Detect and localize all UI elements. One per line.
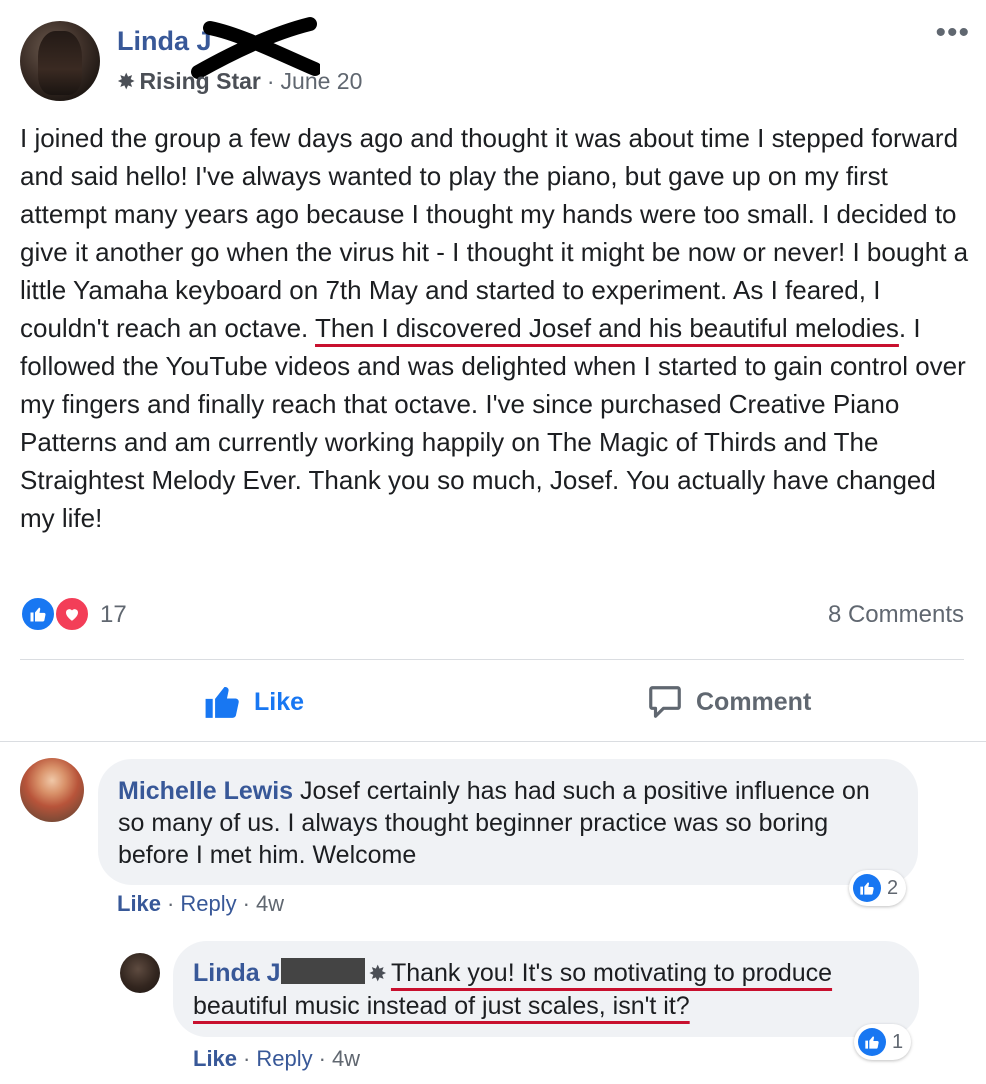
thumbs-up-icon xyxy=(205,686,239,718)
reply-reaction-count: 1 xyxy=(892,1030,904,1053)
comment-like-button[interactable]: Like xyxy=(117,891,161,916)
meta-separator: · xyxy=(266,68,275,94)
star-badge-icon: ✸ xyxy=(368,961,387,986)
commenter-name[interactable]: Michelle Lewis xyxy=(118,777,293,805)
reply-text: Linda J ✸ Thank you! It's so motivating to… xyxy=(193,957,899,1022)
comments-count[interactable]: 8 Comments xyxy=(828,601,964,629)
like-label: Like xyxy=(254,687,305,716)
separator: · xyxy=(318,1046,326,1071)
reply-bubble: Linda J ✸ Thank you! It's so motivating to… xyxy=(173,941,919,1037)
underlined-highlight: Then I discovered Josef and his beautifu… xyxy=(315,313,899,343)
divider xyxy=(20,659,964,660)
comment-button[interactable]: Comment xyxy=(646,680,811,724)
like-reaction-icon[interactable] xyxy=(20,596,56,632)
like-reaction-icon xyxy=(853,874,881,902)
avatar-horse-image xyxy=(38,31,82,95)
rising-star-badge[interactable]: Rising Star xyxy=(139,68,260,95)
reply-actions: Like · Reply · 4w xyxy=(193,1046,360,1072)
redaction-box xyxy=(280,958,365,984)
facebook-post: Linda J ✸ Rising Star · June 20 ••• I jo… xyxy=(0,0,986,1084)
reactions-summary: 17 8 Comments xyxy=(20,596,964,636)
comment-age[interactable]: 4w xyxy=(256,891,284,916)
reply-like-button[interactable]: Like xyxy=(193,1046,237,1071)
reaction-count[interactable]: 17 xyxy=(100,601,127,629)
comment-icon xyxy=(649,686,681,718)
like-reaction-icon xyxy=(858,1028,886,1056)
comment-actions: Like · Reply · 4w xyxy=(117,891,284,917)
comment-label: Comment xyxy=(696,687,812,716)
separator: · xyxy=(167,891,175,916)
post-body: I joined the group a few days ago and th… xyxy=(20,119,975,537)
reply-author-name[interactable]: Linda J xyxy=(193,959,281,987)
post-meta: ✸ Rising Star · June 20 xyxy=(117,68,362,95)
more-icon[interactable]: ••• xyxy=(935,18,970,48)
post-body-text-end: . I followed the YouTube videos and was … xyxy=(20,313,966,533)
post-date[interactable]: June 20 xyxy=(281,68,363,95)
separator: · xyxy=(242,891,250,916)
comment-reply-button[interactable]: Reply xyxy=(180,891,236,916)
comment-text: Michelle Lewis Josef certainly has had s… xyxy=(118,775,898,871)
post-body-text: I joined the group a few days ago and th… xyxy=(20,123,969,343)
like-button[interactable]: Like xyxy=(204,680,304,724)
star-badge-icon: ✸ xyxy=(117,68,136,94)
separator: · xyxy=(243,1046,251,1071)
reply-author-avatar[interactable] xyxy=(120,953,160,993)
reply-age[interactable]: 4w xyxy=(332,1046,360,1071)
divider xyxy=(0,741,986,742)
comment-reaction-count: 2 xyxy=(887,876,899,899)
love-reaction-icon[interactable] xyxy=(54,596,90,632)
comment-reactions[interactable]: 2 xyxy=(849,870,907,906)
reply-reply-button[interactable]: Reply xyxy=(256,1046,312,1071)
comment-bubble: Michelle Lewis Josef certainly has had s… xyxy=(98,759,918,885)
author-avatar[interactable] xyxy=(20,21,100,101)
commenter-avatar[interactable] xyxy=(20,758,84,822)
reply-reactions[interactable]: 1 xyxy=(854,1024,912,1060)
